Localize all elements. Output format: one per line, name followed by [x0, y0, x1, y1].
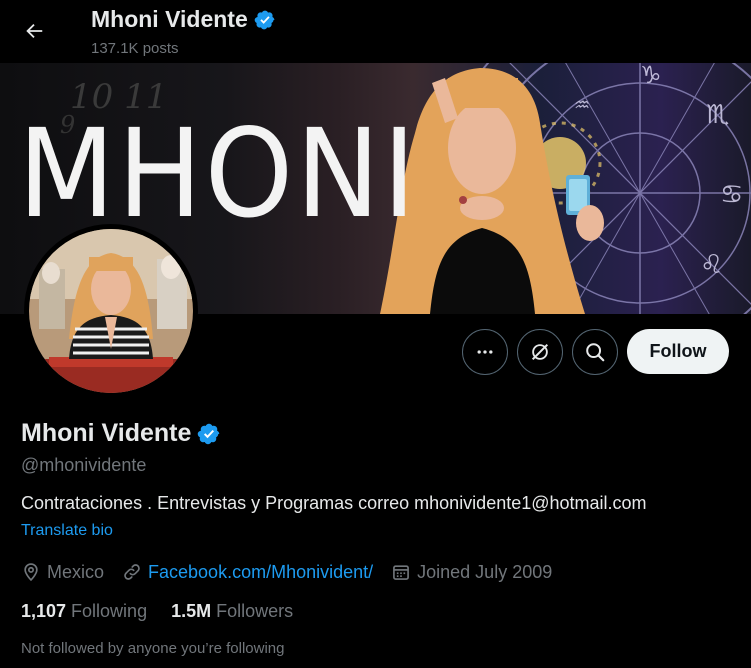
search-button[interactable] — [572, 329, 618, 375]
header-name: Mhoni Vidente — [91, 6, 248, 32]
location-item: Mexico — [21, 562, 104, 583]
svg-text:♒: ♒ — [574, 95, 590, 116]
avatar[interactable] — [24, 224, 198, 398]
more-icon — [477, 350, 493, 354]
profile-name-text: Mhoni Vidente — [21, 419, 192, 447]
back-button[interactable] — [17, 14, 51, 48]
translate-bio-link[interactable]: Translate bio — [21, 522, 113, 540]
svg-text:♑: ♑ — [640, 63, 662, 89]
profile-bio: Contrataciones . Entrevistas y Programas… — [21, 493, 647, 513]
followers-count: 1.5M — [171, 601, 217, 621]
grok-icon — [531, 343, 549, 361]
avatar-image — [29, 229, 193, 393]
location-icon — [24, 563, 38, 582]
joined-item: Joined July 2009 — [391, 562, 552, 583]
followers-stat[interactable]: 1.5M Followers — [171, 601, 293, 622]
top-bar: Mhoni Vidente 137.1K posts — [0, 0, 751, 63]
calendar-icon — [393, 565, 410, 580]
svg-text:♏: ♏ — [706, 100, 729, 130]
search-icon — [586, 343, 605, 362]
followers-label: Followers — [216, 601, 294, 621]
not-followed-notice: Not followed by anyone you’re following — [21, 640, 285, 657]
profile-meta: Mexico Facebook.com/Mhonivident/ Joined … — [21, 560, 570, 584]
grok-button[interactable] — [517, 329, 563, 375]
back-arrow-icon — [26, 23, 43, 39]
more-button[interactable] — [462, 329, 508, 375]
posts-count: 137.1K posts — [91, 40, 179, 57]
link-icon — [124, 564, 140, 580]
verified-badge-icon[interactable] — [197, 422, 221, 446]
svg-text:♋: ♋ — [720, 180, 743, 210]
profile-name: Mhoni Vidente — [21, 419, 221, 448]
banner-logo-text: MHONI — [18, 103, 419, 245]
joined-text: Joined July 2009 — [417, 561, 553, 582]
location-text: Mexico — [47, 561, 105, 582]
website-link[interactable]: Facebook.com/Mhonivident/ — [148, 562, 373, 583]
svg-text:♌: ♌ — [700, 250, 723, 280]
verified-badge-icon — [254, 10, 275, 29]
profile-handle: @mhonividente — [21, 455, 147, 475]
follow-button[interactable]: Follow — [627, 329, 729, 374]
following-count: 1,107 — [21, 601, 72, 621]
follow-stats: 1,107 Following 1.5M Followers — [21, 601, 317, 622]
following-stat[interactable]: 1,107 Following — [21, 601, 147, 622]
website-item: Facebook.com/Mhonivident/ — [122, 562, 373, 583]
following-label: Following — [71, 601, 148, 621]
profile-page: Mhoni Vidente 137.1K posts ♏ ♋ ♌ ♑ ♒ 10 … — [0, 0, 751, 668]
header-title: Mhoni Vidente — [91, 6, 276, 33]
